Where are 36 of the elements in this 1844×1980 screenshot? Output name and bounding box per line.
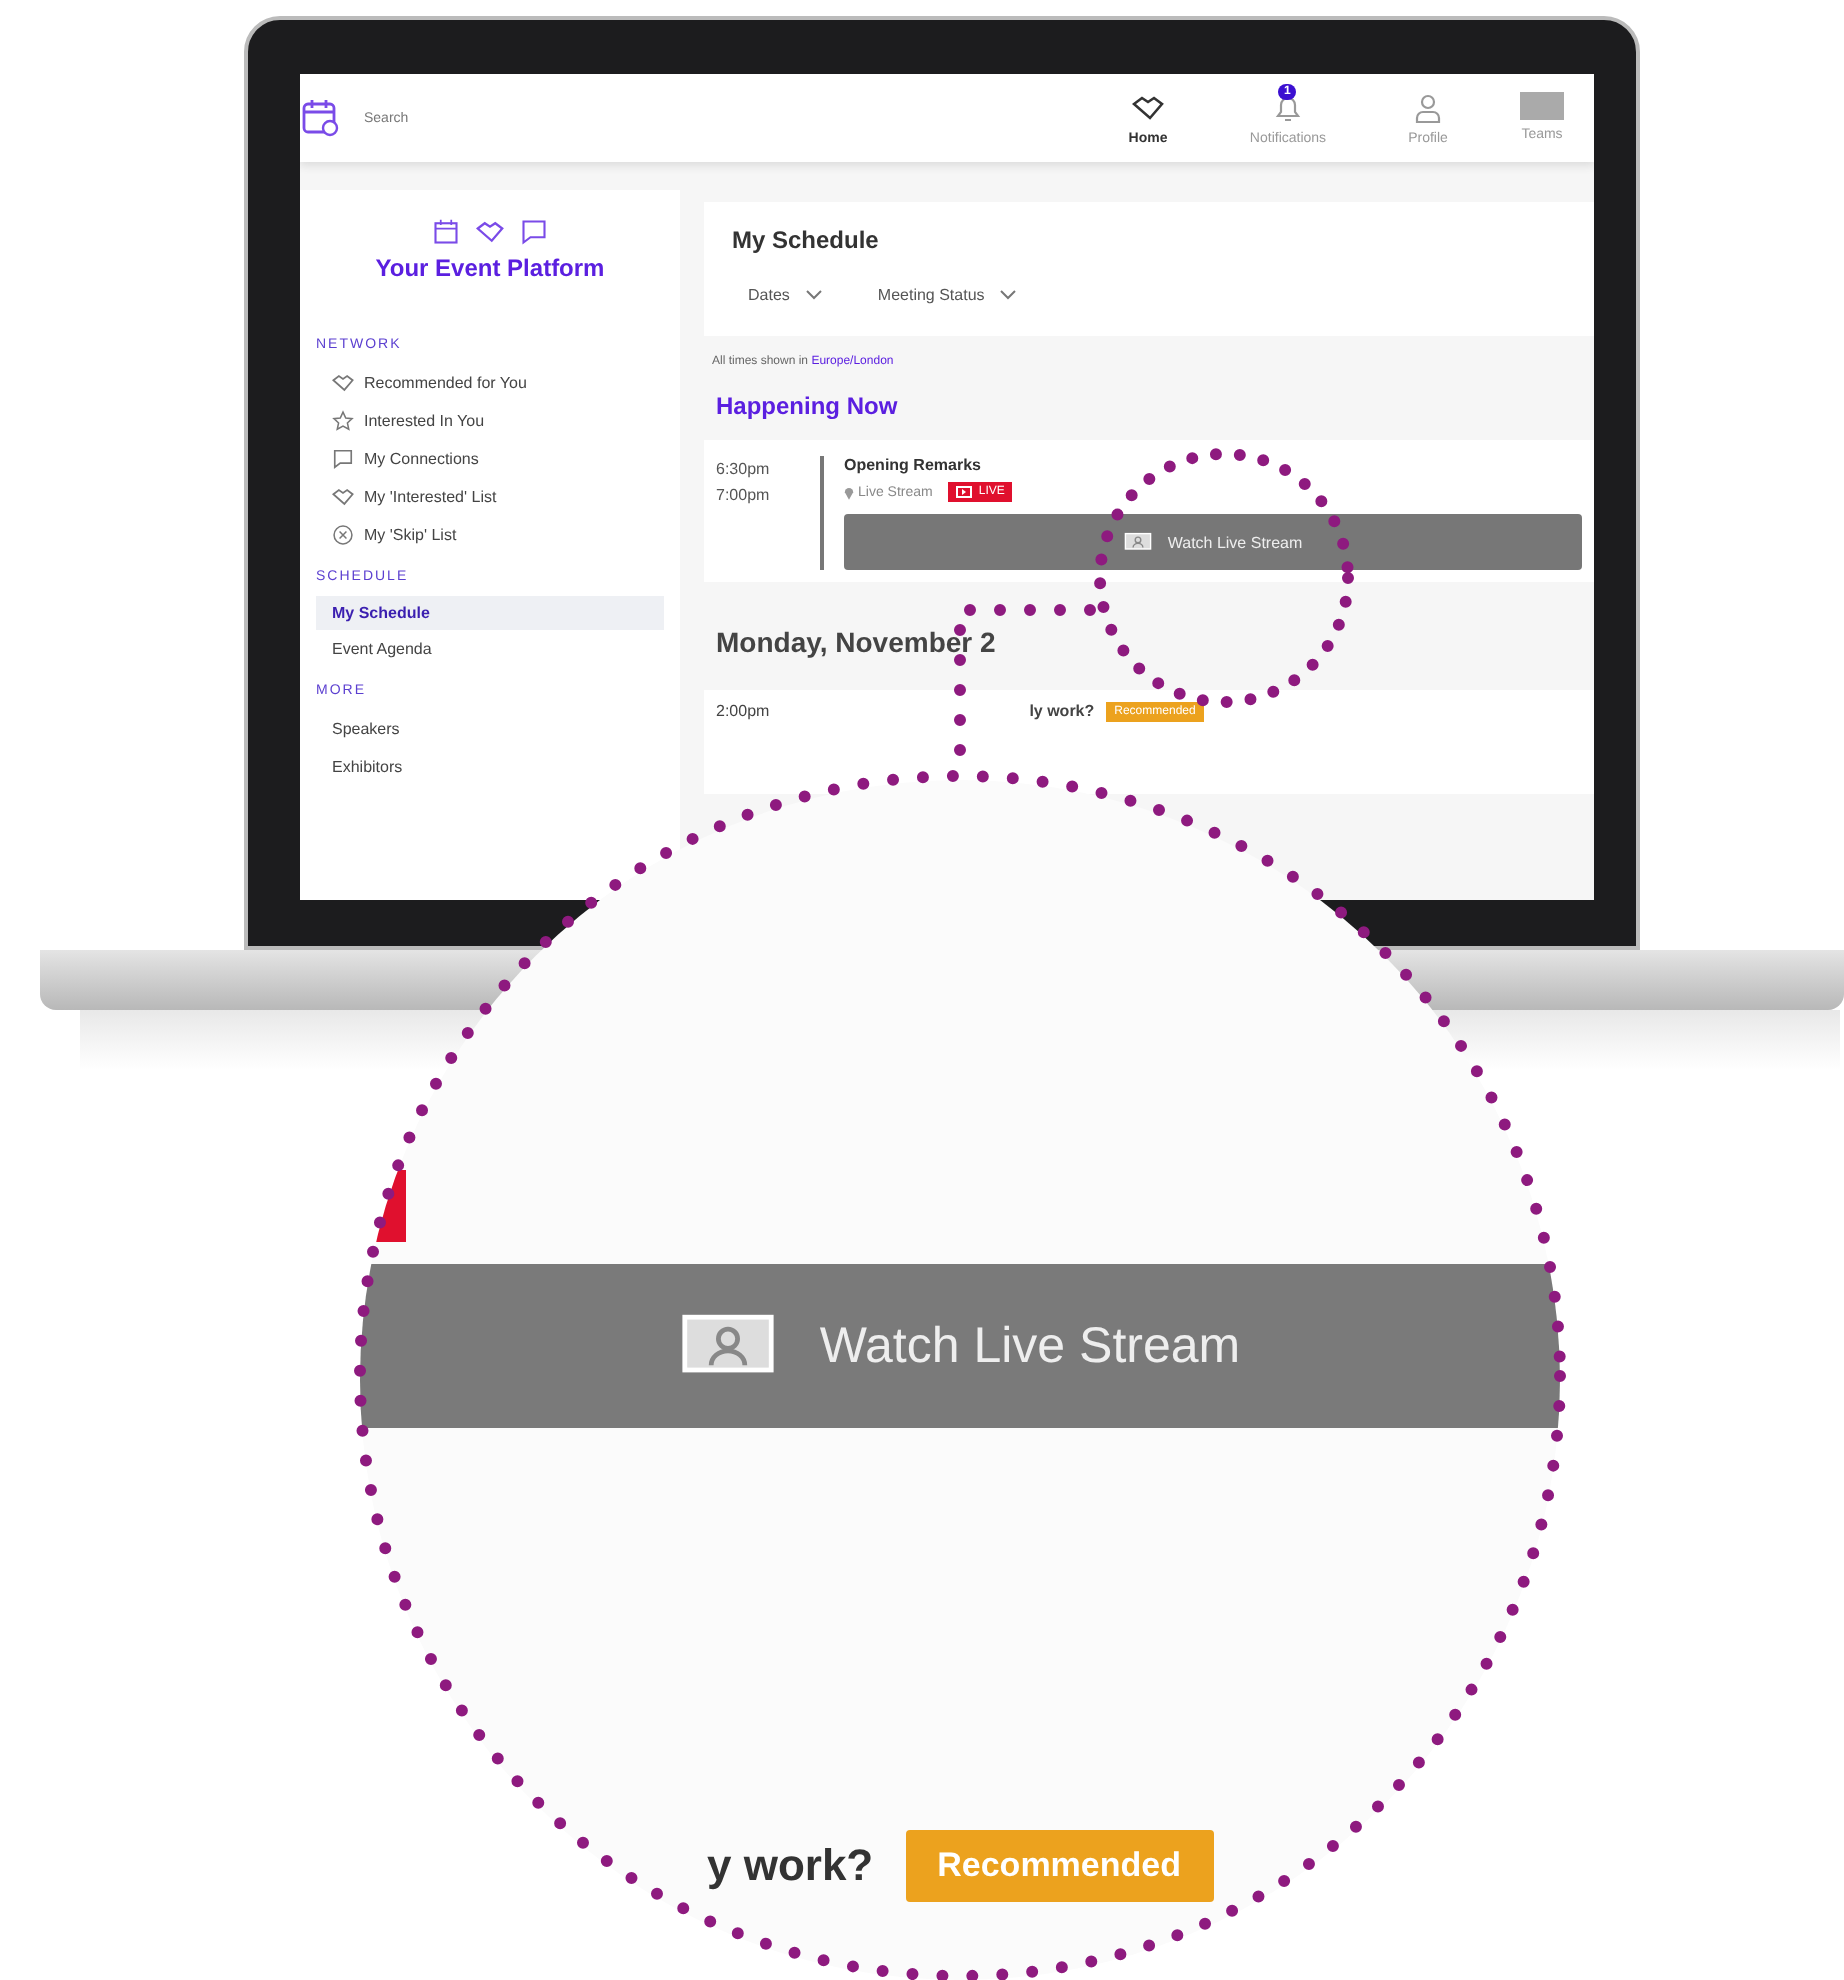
location-pin-icon bbox=[844, 485, 854, 499]
chevron-down-icon bbox=[805, 290, 822, 300]
sidebar-item[interactable]: My 'Skip' List bbox=[316, 516, 664, 554]
start-time: 6:30pm bbox=[716, 458, 772, 482]
filter-dropdown[interactable]: Dates bbox=[748, 286, 822, 304]
play-icon bbox=[956, 486, 973, 498]
sidebar-item[interactable]: Speakers bbox=[316, 710, 664, 748]
watch-stream-button[interactable]: Watch Live Stream bbox=[360, 1264, 1560, 1428]
calendar-icon bbox=[432, 218, 460, 246]
sidebar-item[interactable]: My Schedule bbox=[316, 596, 664, 630]
sidebar-item[interactable]: Exhibitors bbox=[316, 748, 664, 786]
session-title: Opening Remarks bbox=[844, 456, 983, 474]
filter-dropdown[interactable]: Meeting Status bbox=[877, 286, 1017, 304]
star-icon bbox=[332, 410, 354, 432]
session-title: y work? bbox=[706, 1840, 874, 1892]
sidebar-item[interactable]: Interested In You bbox=[316, 402, 664, 440]
person-icon bbox=[1412, 91, 1444, 123]
close-circle-icon bbox=[332, 524, 354, 546]
sidebar-item[interactable]: My 'Interested' List bbox=[316, 478, 664, 516]
screen-person-icon bbox=[1123, 532, 1152, 552]
sidebar-item[interactable]: Recommended for You bbox=[316, 364, 664, 402]
section-title: Happening Now bbox=[716, 392, 900, 420]
start-time: 2:00pm bbox=[716, 702, 770, 720]
session-title: ly work? bbox=[1029, 702, 1095, 720]
day-heading: Monday, November 2 bbox=[716, 626, 998, 658]
chevron-down-icon bbox=[1000, 290, 1017, 300]
team-logo-icon bbox=[1520, 91, 1564, 119]
sidebar-item[interactable]: My Connections bbox=[316, 440, 664, 478]
chat-icon bbox=[520, 218, 548, 246]
chat-icon bbox=[332, 448, 354, 470]
watch-stream-button[interactable]: Watch Live Stream bbox=[844, 514, 1582, 570]
sidebar-item[interactable]: Event Agenda bbox=[316, 630, 664, 668]
platform-title: Your Event Platform bbox=[373, 254, 607, 282]
end-time: 7:00pm bbox=[716, 484, 772, 508]
page-title: My Schedule bbox=[732, 226, 881, 254]
recommended-badge: Recommended bbox=[905, 1830, 1213, 1902]
